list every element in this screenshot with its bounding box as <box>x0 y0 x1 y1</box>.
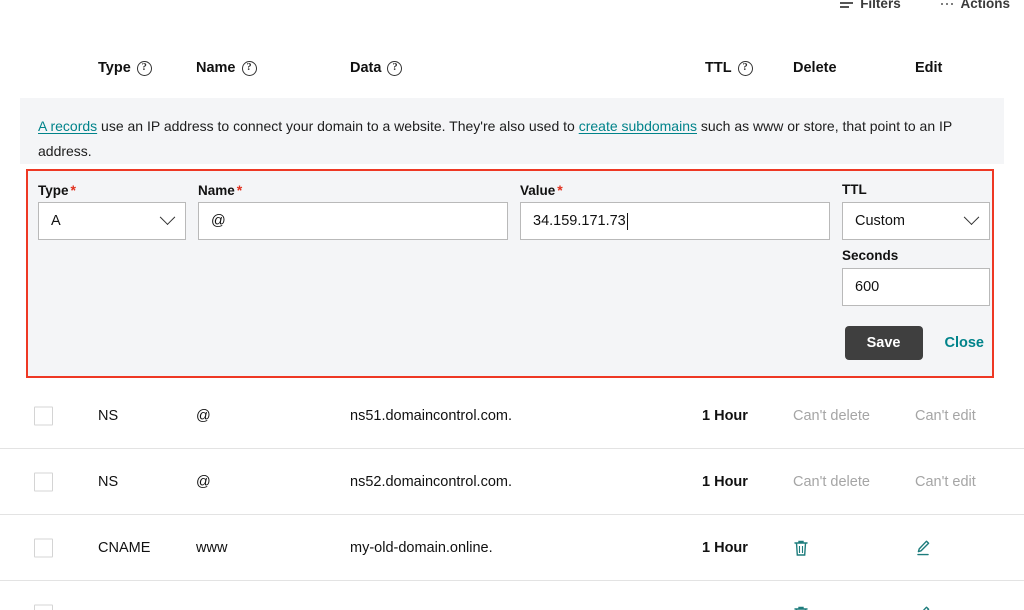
type-select[interactable]: A <box>38 202 186 240</box>
ellipsis-icon <box>941 3 954 6</box>
dns-record-edit-form: Type* A Name* @ Value* 34.159.171.73 TTL… <box>26 169 994 378</box>
pencil-icon[interactable] <box>915 539 932 557</box>
chevron-down-icon-ttl <box>964 209 980 225</box>
save-button[interactable]: Save <box>845 326 923 360</box>
name-required-marker: * <box>237 182 242 198</box>
row-checkbox[interactable] <box>34 406 53 425</box>
column-header-ttl: TTL ? <box>705 60 753 76</box>
row-type: CNAME <box>98 540 150 556</box>
column-header-data: Data ? <box>350 60 402 76</box>
row-ttl: 1 Hour <box>702 540 748 556</box>
row-ttl: 1 Hour <box>702 408 748 424</box>
type-field-label: Type* <box>38 182 76 198</box>
seconds-input[interactable]: 600 <box>842 268 990 306</box>
info-banner-text-1: use an IP address to connect your domain… <box>97 118 579 134</box>
row-name: www <box>196 540 227 556</box>
type-select-value: A <box>51 213 61 229</box>
row-type: NS <box>98 474 118 490</box>
create-subdomains-link[interactable]: create subdomains <box>579 118 697 134</box>
help-icon-ttl[interactable]: ? <box>738 61 753 76</box>
a-records-link[interactable]: A records <box>38 118 97 134</box>
name-field-label-text: Name <box>198 183 235 198</box>
seconds-field-label: Seconds <box>842 248 898 263</box>
name-input[interactable]: @ <box>198 202 508 240</box>
row-data: ns52.domaincontrol.com. <box>350 474 512 490</box>
actions-label: Actions <box>960 0 1010 11</box>
table-row: NS @ ns51.domaincontrol.com. 1 Hour Can't de… <box>0 383 1024 449</box>
column-header-edit: Edit <box>915 60 942 76</box>
help-icon-type[interactable]: ? <box>137 61 152 76</box>
row-name: @ <box>196 474 211 490</box>
table-row <box>0 581 1024 610</box>
value-input[interactable]: 34.159.171.73 <box>520 202 830 240</box>
edit-record-button[interactable] <box>915 539 932 557</box>
trash-icon[interactable] <box>793 605 809 610</box>
type-required-marker: * <box>71 182 76 198</box>
row-name: @ <box>196 408 211 424</box>
help-icon-name[interactable]: ? <box>242 61 257 76</box>
row-delete-disabled: Can't delete <box>793 408 870 424</box>
name-input-value: @ <box>211 213 226 229</box>
info-banner: A records use an IP address to connect y… <box>20 98 1004 164</box>
row-edit-disabled: Can't edit <box>915 408 976 424</box>
row-delete-disabled: Can't delete <box>793 474 870 490</box>
trash-icon[interactable] <box>793 539 809 557</box>
column-header-ttl-label: TTL <box>705 60 732 76</box>
text-cursor <box>627 213 628 230</box>
row-data: ns51.domaincontrol.com. <box>350 408 512 424</box>
seconds-input-value: 600 <box>855 279 879 295</box>
delete-record-button[interactable] <box>793 539 809 557</box>
column-header-type-label: Type <box>98 60 131 76</box>
row-checkbox[interactable] <box>34 472 53 491</box>
table-row: NS @ ns52.domaincontrol.com. 1 Hour Can't de… <box>0 449 1024 515</box>
ttl-field-label: TTL <box>842 182 867 197</box>
table-toolbar: Filters Actions <box>840 0 1010 14</box>
value-field-label: Value* <box>520 182 563 198</box>
filter-icon <box>840 0 853 9</box>
chevron-down-icon-type <box>160 209 176 225</box>
value-input-value: 34.159.171.73 <box>533 213 626 229</box>
actions-button[interactable]: Actions <box>941 0 1010 11</box>
dns-records-list: NS @ ns51.domaincontrol.com. 1 Hour Can't de… <box>0 383 1024 610</box>
dns-records-page: Filters Actions Type ? Name ? Data ? TTL… <box>0 0 1024 610</box>
delete-record-button[interactable] <box>793 605 809 610</box>
row-checkbox[interactable] <box>34 604 53 610</box>
row-data: my-old-domain.online. <box>350 540 493 556</box>
table-row: CNAME www my-old-domain.online. 1 Hour <box>0 515 1024 581</box>
column-header-delete: Delete <box>793 60 837 76</box>
name-field-label: Name* <box>198 182 242 198</box>
help-icon-data[interactable]: ? <box>387 61 402 76</box>
form-actions: Save Close <box>845 326 984 360</box>
row-type: NS <box>98 408 118 424</box>
table-header-row: Type ? Name ? Data ? TTL ? Delete Edit <box>0 60 1024 86</box>
edit-record-button[interactable] <box>915 605 932 610</box>
column-header-name-label: Name <box>196 60 236 76</box>
row-ttl: 1 Hour <box>702 474 748 490</box>
column-header-data-label: Data <box>350 60 381 76</box>
row-checkbox[interactable] <box>34 538 53 557</box>
filters-label: Filters <box>860 0 901 11</box>
column-header-type: Type ? <box>98 60 152 76</box>
pencil-icon[interactable] <box>915 605 932 610</box>
value-required-marker: * <box>557 182 562 198</box>
close-button[interactable]: Close <box>945 335 985 351</box>
ttl-select-value: Custom <box>855 213 905 229</box>
column-header-name: Name ? <box>196 60 257 76</box>
row-edit-disabled: Can't edit <box>915 474 976 490</box>
value-field-label-text: Value <box>520 183 555 198</box>
filters-button[interactable]: Filters <box>840 0 901 11</box>
type-field-label-text: Type <box>38 183 69 198</box>
ttl-select[interactable]: Custom <box>842 202 990 240</box>
